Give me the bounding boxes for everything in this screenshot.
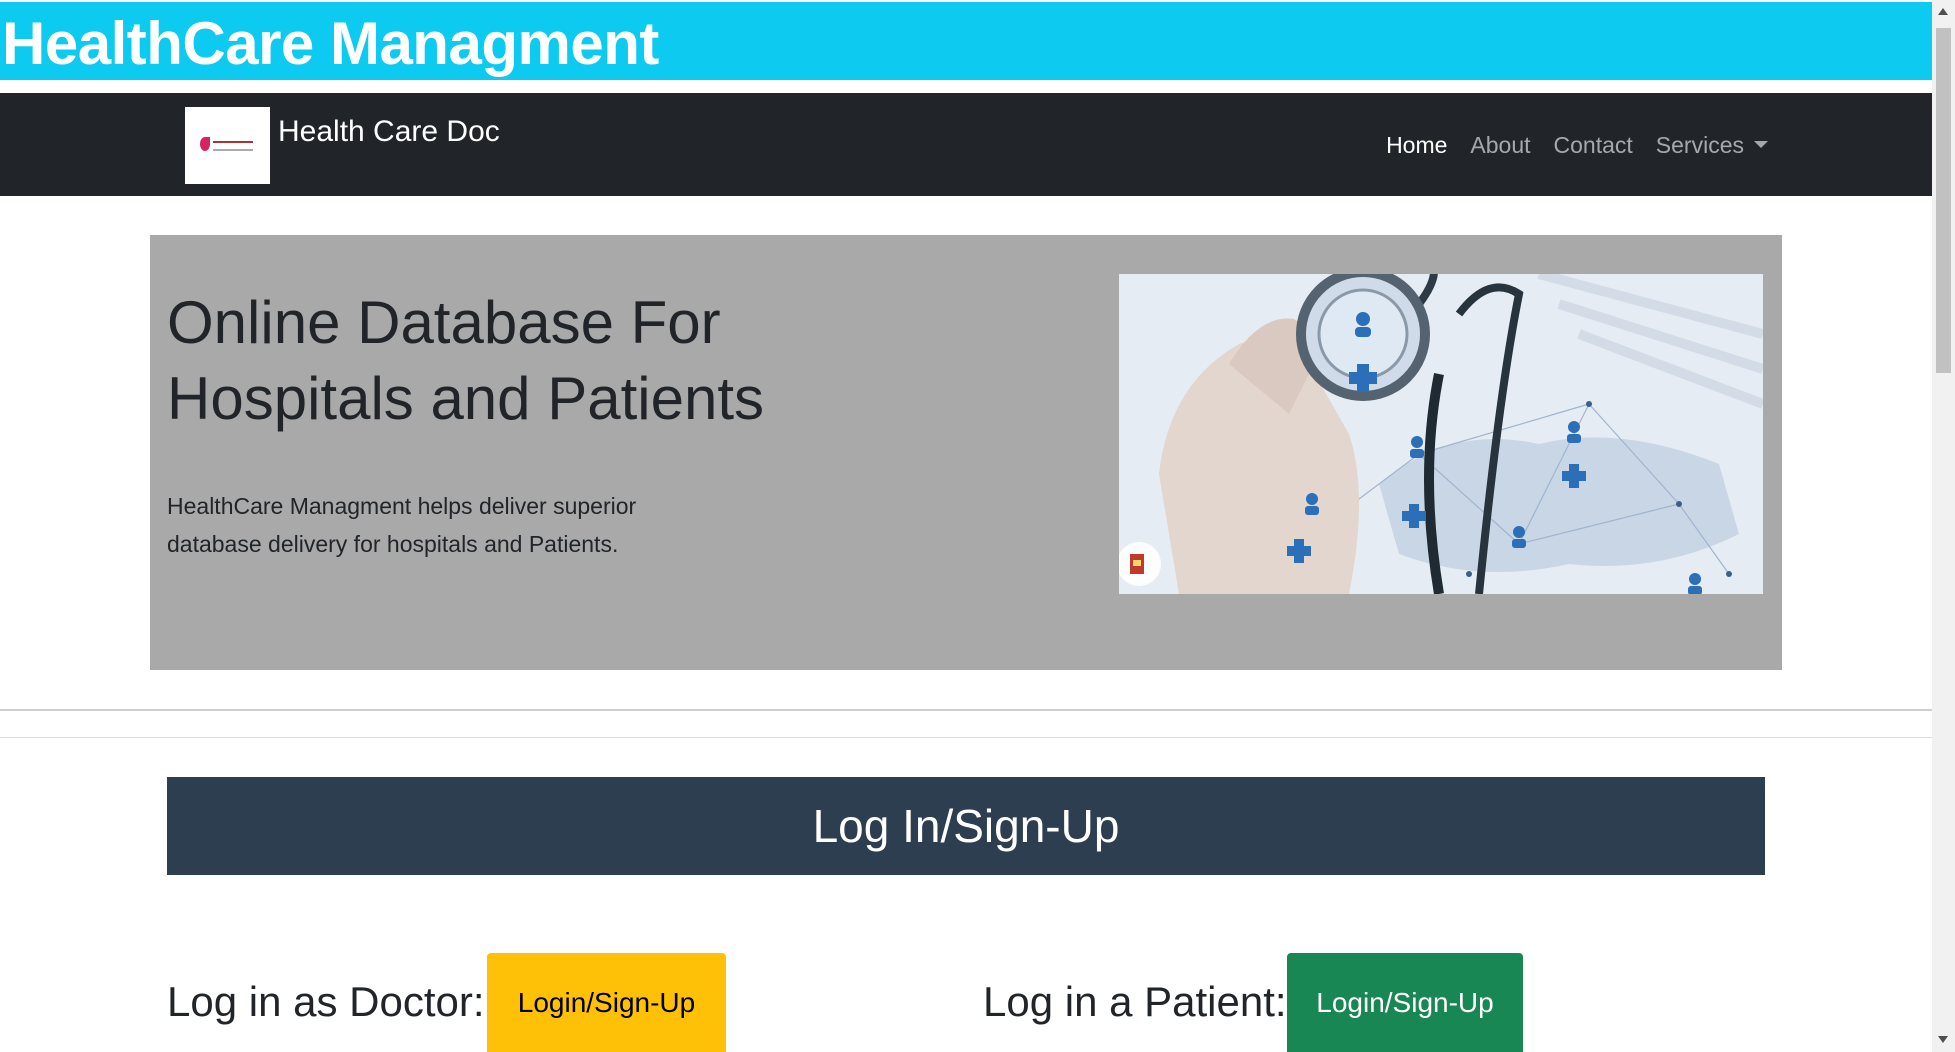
heart-logo-icon [200, 137, 210, 151]
hero-desc-line1: HealthCare Managment helps deliver super… [167, 493, 637, 519]
doctor-login-label: Log in as Doctor: [167, 978, 485, 1025]
section-divider-thin [0, 737, 1932, 738]
hero-description: HealthCare Managment helps deliver super… [167, 487, 687, 563]
site-title: HealthCare Managment [2, 10, 659, 77]
nav-link-services-label: Services [1655, 132, 1744, 158]
nav-link-contact[interactable]: Contact [1554, 125, 1633, 165]
nav-links: Home About Contact Services [1363, 125, 1768, 165]
section-divider [0, 709, 1932, 711]
nav-link-home[interactable]: Home [1386, 125, 1447, 165]
doctor-login-button[interactable]: Login/Sign-Up [487, 953, 726, 1052]
logo-wordmark [213, 141, 253, 151]
scroll-down-arrow-icon[interactable] [1938, 1036, 1948, 1043]
brand-name: Health Care Doc [278, 115, 500, 148]
stethoscope-network-illustration [1119, 274, 1763, 594]
patient-login-button[interactable]: Login/Sign-Up [1287, 953, 1523, 1052]
nav-link-about[interactable]: About [1470, 125, 1530, 165]
navbar-brand[interactable]: Health Care Doc [185, 107, 500, 184]
login-header-title: Log In/Sign-Up [812, 800, 1120, 852]
hero-title-line1: Online Database For [167, 289, 721, 356]
hero-section: Online Database For Hospitals and Patien… [150, 235, 1782, 670]
page: HealthCare Managment Health Care Doc Hom… [0, 0, 1955, 1052]
patient-login-label: Log in a Patient: [983, 978, 1287, 1025]
caret-down-icon [1754, 141, 1768, 149]
scrollbar-thumb[interactable] [1936, 28, 1951, 373]
login-header-bar: Log In/Sign-Up [167, 777, 1765, 875]
brand-logo [185, 107, 270, 184]
hero-title: Online Database For Hospitals and Patien… [167, 285, 867, 437]
hero-title-line2: Hospitals and Patients [167, 365, 765, 432]
vertical-scrollbar[interactable] [1932, 0, 1955, 1052]
hero-desc-line2: database delivery for hospitals and Pati… [167, 531, 619, 557]
scroll-up-arrow-icon[interactable] [1938, 8, 1948, 15]
hero-stethoscope-image [1119, 274, 1763, 594]
nav-link-services[interactable]: Services [1656, 125, 1768, 165]
navbar: Health Care Doc Home About Contact Servi… [0, 93, 1932, 196]
top-banner: HealthCare Managment [0, 2, 1932, 82]
